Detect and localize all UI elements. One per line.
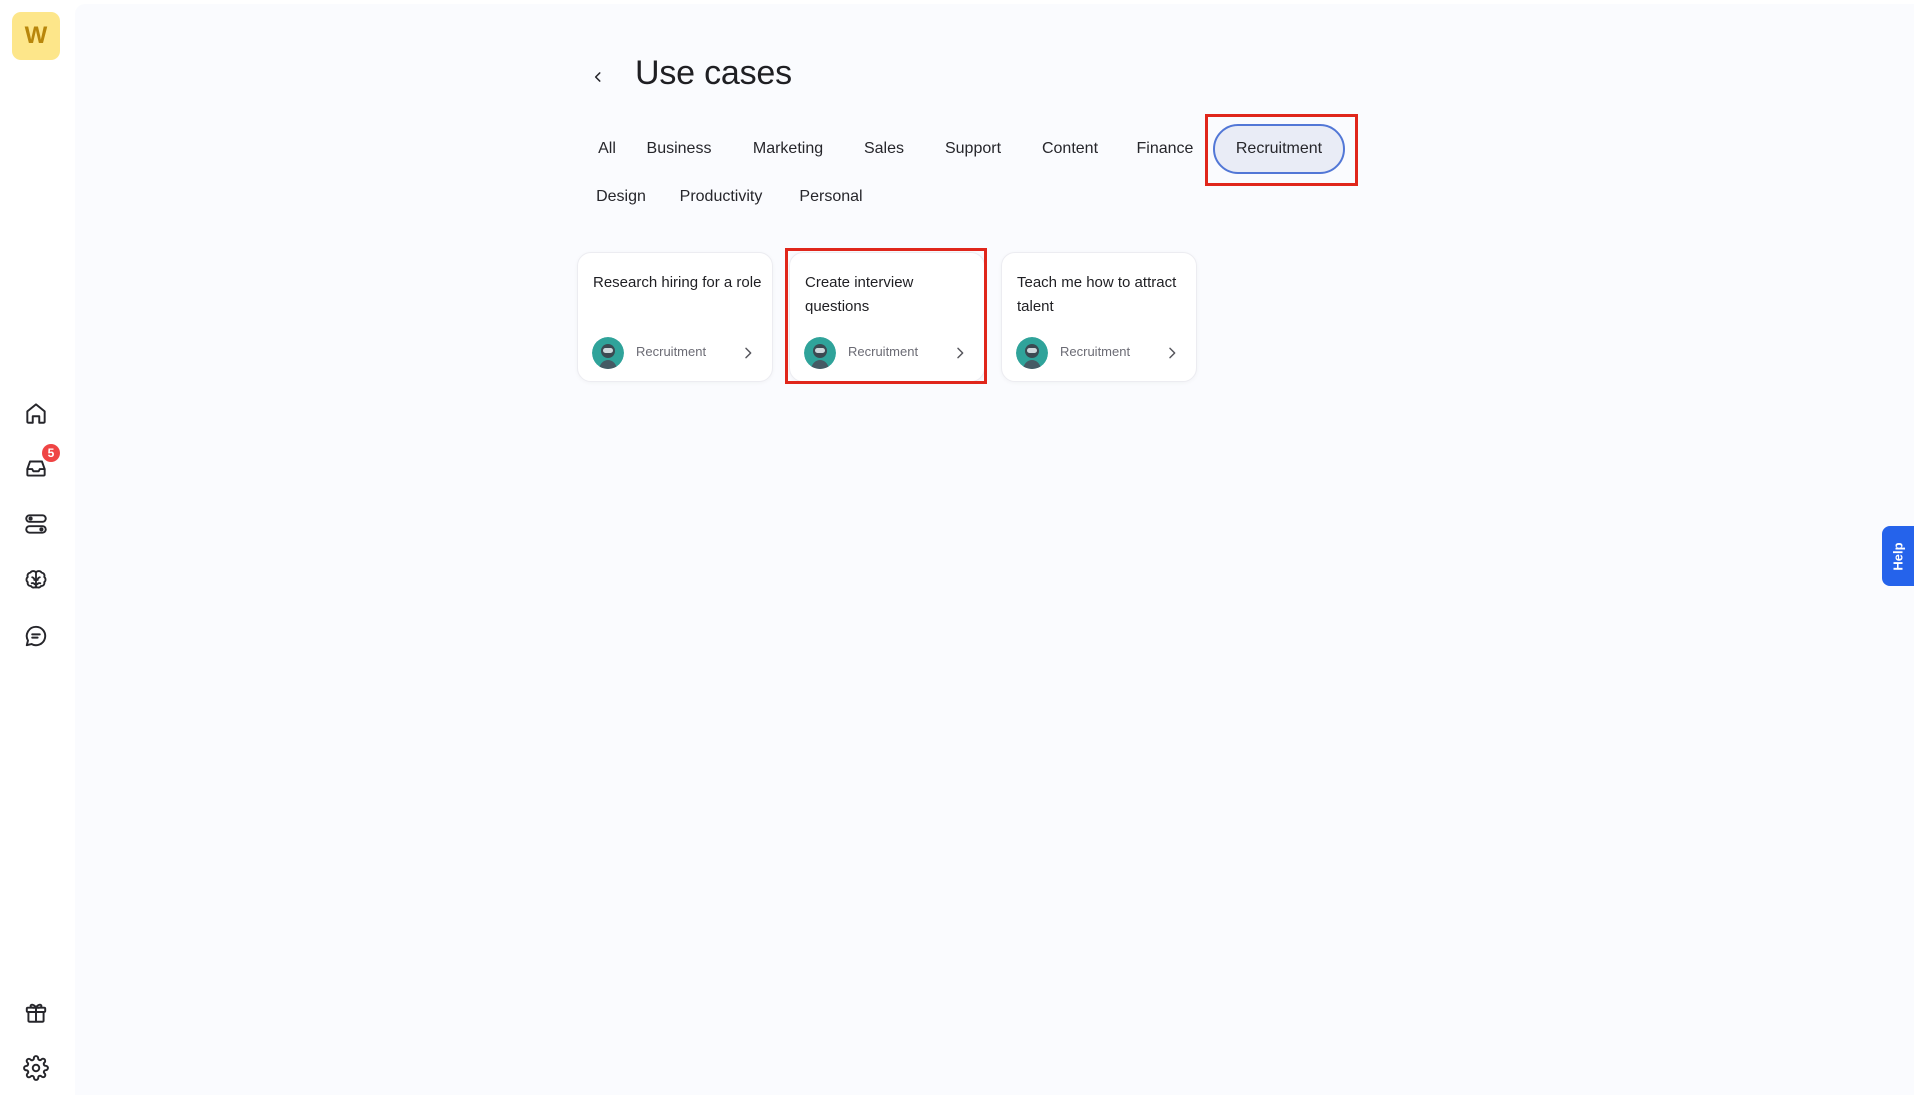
tab-all[interactable]: All	[589, 124, 625, 174]
sidebar: W 5	[0, 0, 75, 1095]
chevron-right-icon	[957, 347, 964, 359]
help-button[interactable]: Help	[1882, 526, 1914, 586]
brain-icon[interactable]	[20, 564, 52, 596]
settings-icon[interactable]	[20, 1052, 52, 1084]
workspace-logo[interactable]: W	[12, 12, 60, 60]
main-panel: Use cases All Business Marketing Sales S…	[75, 4, 1914, 1095]
avatar	[804, 337, 836, 369]
card-category-tag: Recruitment	[636, 344, 707, 359]
chevron-right-icon	[745, 347, 752, 359]
chevron-left-icon	[594, 72, 601, 82]
logo-letter: W	[24, 22, 48, 49]
card-title: Teach me how to attract talent	[1017, 274, 1177, 315]
tab-marketing[interactable]: Marketing	[744, 124, 832, 174]
inbox-icon[interactable]: 5	[20, 444, 60, 484]
tab-recruitment[interactable]: Recruitment	[1213, 124, 1345, 174]
use-case-card-attract-talent[interactable]: Teach me how to attract talent Recruitme…	[1001, 252, 1197, 382]
tab-content[interactable]: Content	[1035, 124, 1105, 174]
use-case-card-interview-questions[interactable]: Create interview questions Recruitment	[789, 252, 985, 382]
card-category-tag: Recruitment	[848, 344, 919, 359]
tab-sales[interactable]: Sales	[855, 124, 913, 174]
chat-icon[interactable]	[20, 620, 52, 652]
home-icon[interactable]	[20, 397, 52, 429]
tab-design[interactable]: Design	[590, 172, 652, 222]
card-title: Create interview questions	[805, 274, 914, 315]
tab-support[interactable]: Support	[937, 124, 1009, 174]
page-title: Use cases	[635, 54, 792, 92]
gift-icon[interactable]	[20, 996, 52, 1028]
tab-productivity[interactable]: Productivity	[671, 172, 771, 222]
tab-business[interactable]: Business	[638, 124, 720, 174]
chevron-right-icon	[1169, 347, 1176, 359]
use-case-card-research-hiring[interactable]: Research hiring for a role Recruitment	[577, 252, 773, 382]
card-title: Research hiring for a role	[593, 274, 762, 291]
help-label: Help	[1890, 541, 1906, 571]
avatar	[592, 337, 624, 369]
card-category-tag: Recruitment	[1060, 344, 1131, 359]
avatar	[1016, 337, 1048, 369]
notification-badge: 5	[42, 444, 60, 462]
tab-personal[interactable]: Personal	[794, 172, 868, 222]
tab-finance[interactable]: Finance	[1132, 124, 1198, 174]
apps-icon[interactable]	[20, 508, 52, 540]
back-button[interactable]	[583, 62, 613, 92]
